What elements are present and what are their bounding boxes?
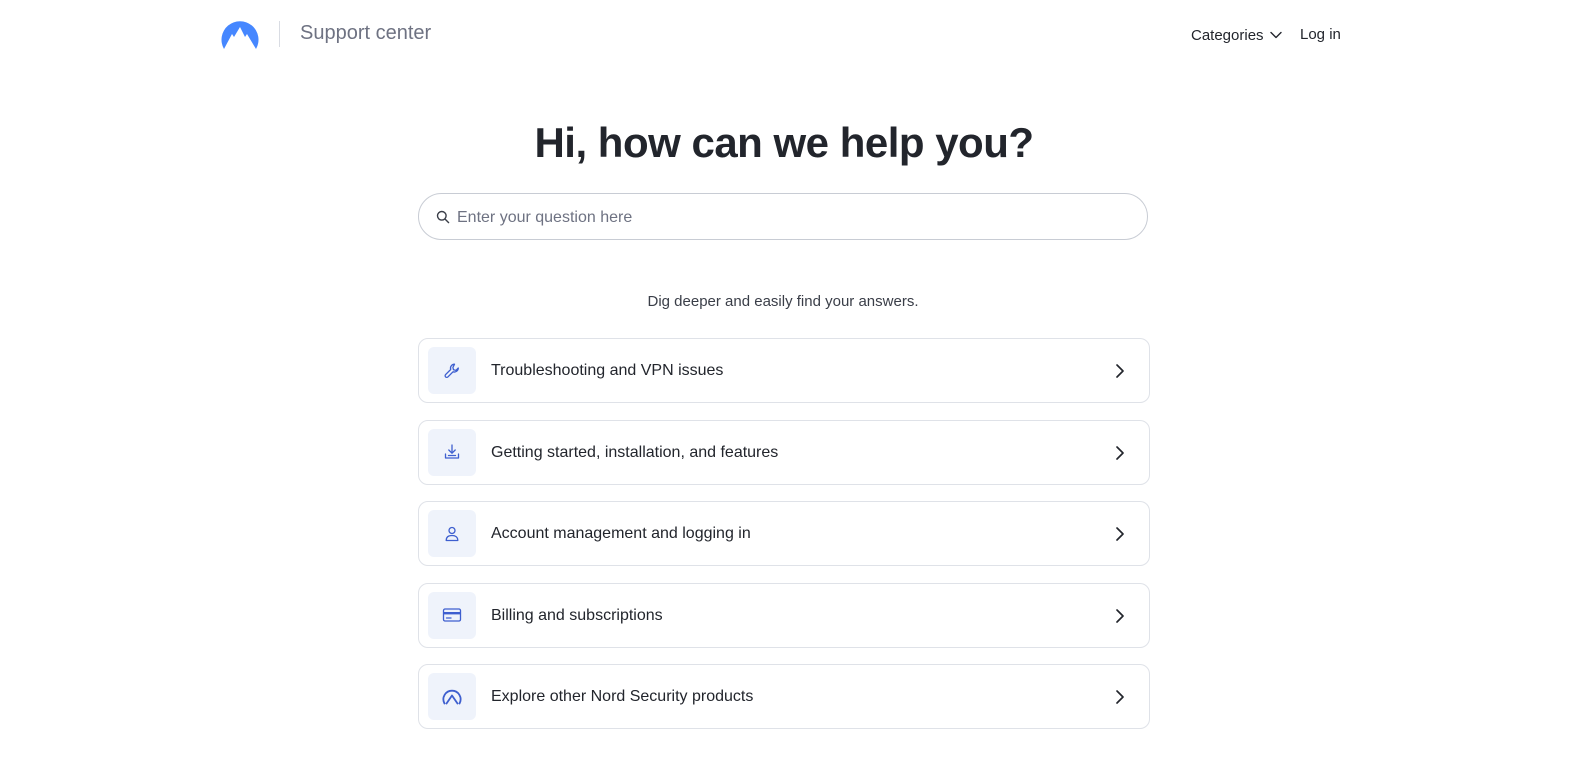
category-icon-container <box>428 510 476 557</box>
search-box[interactable] <box>418 193 1148 241</box>
category-icon-container <box>428 673 476 720</box>
category-card-account[interactable]: Account management and logging in <box>418 501 1150 566</box>
login-link[interactable]: Log in <box>1300 24 1341 46</box>
category-card-troubleshooting[interactable]: Troubleshooting and VPN issues <box>418 338 1150 403</box>
section-subtitle: Dig deeper and easily find your answers. <box>647 293 919 310</box>
user-icon <box>445 526 459 541</box>
chevron-right-icon <box>1116 364 1124 378</box>
chevron-right-icon <box>1116 608 1124 623</box>
category-icon-container <box>428 347 476 394</box>
category-label: Troubleshooting and VPN issues <box>491 362 724 379</box>
categories-label: Categories <box>1191 26 1264 44</box>
category-icon-container <box>428 428 476 476</box>
category-label: Billing and subscriptions <box>491 606 663 624</box>
brand-title[interactable]: Support center <box>300 20 431 46</box>
chevron-right-icon <box>1116 690 1124 704</box>
chevron-right-icon <box>1116 527 1124 541</box>
category-card-billing[interactable]: Billing and subscriptions <box>418 582 1150 648</box>
credit-card-icon <box>442 608 462 622</box>
download-icon <box>444 444 460 459</box>
chevron-right-icon <box>1116 445 1124 460</box>
categories-menu-button[interactable]: Categories <box>1191 24 1282 46</box>
category-label: Account management and logging in <box>491 525 751 542</box>
search-icon <box>436 210 450 224</box>
search-input[interactable] <box>455 194 1129 241</box>
category-label: Getting started, installation, and featu… <box>491 443 779 461</box>
category-card-getting-started[interactable]: Getting started, installation, and featu… <box>418 419 1150 485</box>
nordvpn-logo-icon[interactable] <box>219 16 261 52</box>
wrench-icon <box>444 363 459 378</box>
header-divider <box>279 21 280 47</box>
category-label: Explore other Nord Security products <box>491 688 754 705</box>
category-card-nord-products[interactable]: Explore other Nord Security products <box>418 664 1150 729</box>
category-icon-container <box>428 591 476 639</box>
chevron-down-icon <box>1269 31 1282 39</box>
page-title: Hi, how can we help you? <box>534 119 1034 166</box>
nord-logo-icon <box>442 689 462 704</box>
category-list: Troubleshooting and VPN issues Getting s… <box>418 338 1150 746</box>
site-header: Support center Categories Log in <box>0 0 1578 70</box>
